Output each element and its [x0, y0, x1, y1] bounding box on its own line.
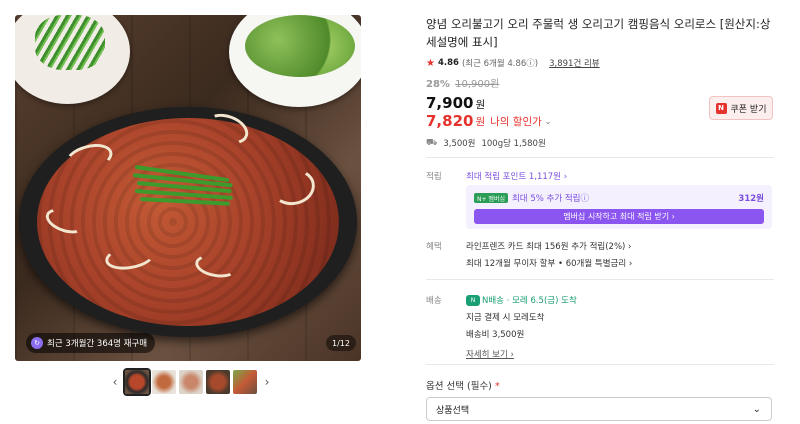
card-benefit-link[interactable]: 라인프렌즈 카드 최대 156원 추가 적립(2%) › [466, 240, 772, 252]
coupon-button[interactable]: N 쿠폰 받기 [709, 96, 773, 120]
divider [426, 279, 774, 280]
membership-benefit-box: N+ 멤버십 최대 5% 추가 적립ⓘ 312원 멤버십 시작하고 최대 적립 … [466, 185, 772, 229]
rating-row: ★ 4.86 (최근 6개월 4.86ⓘ) 3,891건 리뷰 [426, 57, 774, 70]
option-select[interactable]: 상품선택 ⌄ [426, 397, 772, 421]
chives-garnish [35, 15, 105, 70]
option-select-value: 상품선택 [436, 405, 470, 416]
thumbnail-3[interactable] [179, 370, 203, 394]
truck-icon: ⛟ [426, 137, 438, 148]
original-price: 10,900원 [455, 79, 500, 90]
discount-row: 28% 10,900원 [426, 75, 774, 90]
points-row: 적립 최대 적립 포인트 1,117원 › [426, 170, 774, 182]
delivery-service: N배송 [482, 296, 504, 306]
delivery-label: 배송 [426, 296, 442, 306]
benefits-label: 혜택 [426, 242, 442, 252]
sale-price-value: 7,900 [426, 94, 474, 112]
shipping-fee: 3,500원 [443, 139, 476, 149]
unit-price: 100g당 1,580원 [481, 139, 546, 149]
thumbnail-1[interactable] [123, 368, 151, 396]
delivery-fee: 배송비 3,500원 [466, 330, 525, 340]
product-main-image[interactable] [15, 15, 361, 361]
my-price-unit: 원 [475, 115, 486, 128]
membership-tag: N+ 멤버십 [474, 193, 508, 203]
product-info: 양념 오리불고기 오리 주물럭 생 오리고기 캠핑음식 오리로스 [원산지:상세… [426, 15, 774, 149]
discount-rate: 28% [426, 79, 450, 90]
my-price-value: 7,820 [426, 112, 474, 130]
membership-benefit-line: N+ 멤버십 최대 5% 추가 적립ⓘ [474, 192, 589, 204]
thumbnail-5[interactable] [233, 370, 257, 394]
divider [426, 157, 774, 158]
rating-detail[interactable]: (최근 6개월 4.86ⓘ) [462, 57, 538, 69]
required-mark: * [494, 381, 500, 392]
chevron-down-icon: ⌄ [752, 403, 761, 415]
star-icon: ★ [426, 57, 435, 69]
thumbnail-2[interactable] [152, 370, 176, 394]
delivery-payment-note: 지금 결제 시 모레도착 [466, 313, 545, 323]
prev-image-icon[interactable]: ‹ [108, 375, 122, 389]
max-points-link[interactable]: 최대 적립 포인트 1,117원 › [466, 170, 772, 182]
repurchase-icon: ↻ [31, 337, 43, 349]
my-price-label: 나의 할인가 [490, 115, 542, 128]
chevron-down-icon[interactable]: ⌄ [545, 117, 552, 126]
product-title: 양념 오리불고기 오리 주물럭 생 오리고기 캠핑음식 오리로스 [원산지:상세… [426, 17, 771, 49]
points-label: 적립 [426, 172, 442, 182]
next-image-icon[interactable]: › [260, 375, 274, 389]
benefits-row: 혜택 라인프렌즈 카드 최대 156원 추가 적립(2%) › 최대 12개월 … [426, 240, 774, 270]
option-label: 옵션 선택 (필수) * [426, 378, 500, 392]
naver-logo-icon: N [715, 102, 727, 114]
option-label-text: 옵션 선택 (필수) [426, 381, 492, 392]
delivery-details-link[interactable]: 자세히 보기 › [466, 348, 772, 360]
membership-benefit-text: 최대 5% 추가 적립ⓘ [511, 194, 589, 204]
rating-score: 4.86 [437, 58, 459, 68]
review-count-link[interactable]: 3,891건 리뷰 [549, 57, 600, 69]
shipping-summary: ⛟ 3,500원 100g당 1,580원 [426, 137, 774, 150]
delivery-row: 배송 N N배송 · 모레 6.5(금) 도착 지금 결제 시 모레도착 배송비 … [426, 294, 774, 360]
delivery-info: N N배송 · 모레 6.5(금) 도착 지금 결제 시 모레도착 배송비 3,5… [466, 294, 772, 360]
divider [426, 364, 774, 365]
repurchase-badge: ↻ 최근 3개월간 364명 재구매 [26, 333, 156, 353]
benefits-list: 라인프렌즈 카드 최대 156원 추가 적립(2%) › 최대 12개월 무이자… [466, 240, 772, 269]
n-delivery-icon: N [466, 295, 480, 306]
sale-price-unit: 원 [475, 99, 486, 111]
membership-points: 312원 [738, 194, 764, 204]
delivery-date: 모레 6.5(금) 도착 [512, 296, 577, 306]
thumbnail-4[interactable] [206, 370, 230, 394]
image-counter: 1/12 [326, 335, 356, 351]
thumbnail-strip: ‹ › [108, 368, 274, 396]
coupon-label: 쿠폰 받기 [730, 104, 767, 115]
start-membership-button[interactable]: 멤버십 시작하고 최대 적립 받기 › [474, 209, 764, 224]
delivery-arrival: N N배송 · 모레 6.5(금) 도착 [466, 294, 772, 306]
lettuce-leaves [245, 15, 355, 77]
repurchase-text: 최근 3개월간 364명 재구매 [47, 339, 148, 349]
installment-benefit-link[interactable]: 최대 12개월 무이자 할부 • 60개월 특별금리 › [466, 257, 772, 269]
